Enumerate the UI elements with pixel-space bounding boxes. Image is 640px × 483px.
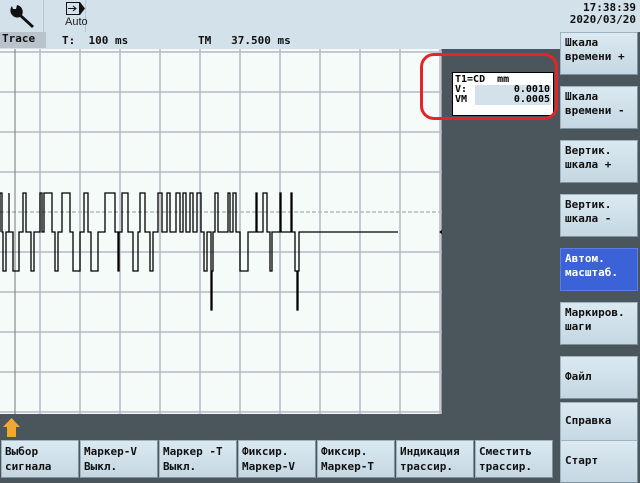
softkey-line1: Индикация (400, 445, 460, 458)
bottom-softkey-1[interactable]: Маркер-V Выкл. (80, 440, 158, 478)
softkey-line1: Вертик. (565, 198, 612, 211)
softkey-line2: трассир. (479, 460, 532, 473)
trace-svg (0, 49, 450, 414)
softkey-line1: Выбор (5, 445, 39, 458)
softkey-line2: масштаб. (565, 266, 618, 279)
softkey-0[interactable]: Шкала времени + (560, 32, 638, 75)
softkey-2[interactable]: Вертик. шкала + (560, 140, 638, 183)
home-arrow-icon[interactable] (1, 415, 22, 439)
softkey-line1: Файл (565, 370, 592, 383)
clock: 17:38:39 2020/03/20 (570, 2, 636, 26)
softkey-6[interactable]: Файл (560, 356, 638, 399)
trace-tab: Trace (0, 32, 46, 48)
arrow-right-icon (66, 2, 85, 15)
softkey-line1: Маркер -T (163, 445, 223, 458)
softkey-8[interactable]: Старт (560, 440, 638, 483)
tm-value: TM 37.500 ms (198, 34, 291, 47)
wrench-icon[interactable] (2, 0, 44, 32)
softkey-line2: времени - (565, 104, 625, 117)
status-bar: Trace T: 100 ms TM 37.500 ms (0, 32, 560, 49)
message-bar (0, 414, 560, 441)
softkey-line2: Выкл. (84, 460, 118, 473)
softkey-line2: Выкл. (163, 460, 197, 473)
softkey-line2: Маркер-T (321, 460, 374, 473)
softkey-line1: Шкала (565, 36, 599, 49)
softkey-line1: Автом. (565, 252, 605, 265)
header-bar: Auto 17:38:39 2020/03/20 (0, 0, 640, 32)
sidebar-softkeys: Шкала времени + Шкала времени - Вертик. шкала… (558, 30, 640, 483)
softkey-3[interactable]: Вертик. шкала - (560, 194, 638, 237)
softkey-line1: Вертик. (565, 144, 612, 157)
softkey-line1: Старт (565, 454, 599, 467)
softkey-line1: Маркиров. (565, 306, 625, 319)
softkey-line2: времени + (565, 50, 625, 63)
softkey-4[interactable]: Автом. масштаб. (560, 248, 638, 291)
bottom-softkey-3[interactable]: Фиксир. Маркер-V (238, 440, 316, 478)
softkey-line2: сигнала (5, 460, 52, 473)
t-value: T: 100 ms (62, 34, 129, 47)
softkey-line2: Маркер-V (242, 460, 295, 473)
softkey-line1: Шкала (565, 90, 599, 103)
bottom-softkey-2[interactable]: Маркер -T Выкл. (159, 440, 237, 478)
softkey-line1: Фиксир. (321, 445, 368, 458)
softkey-5[interactable]: Маркиров. шаги (560, 302, 638, 345)
bottom-softkeys: Выбор сигнала Маркер-V Выкл. Маркер -T Выкл. Ф… (0, 440, 560, 480)
softkey-7[interactable]: Справка (560, 402, 638, 445)
softkey-line2: шкала + (565, 158, 612, 171)
bottom-softkey-6[interactable]: Сместить трассир. (475, 440, 553, 478)
softkey-line1: Справка (565, 414, 612, 427)
bottom-softkey-0[interactable]: Выбор сигнала (1, 440, 79, 478)
softkey-line1: Маркер-V (84, 445, 137, 458)
softkey-1[interactable]: Шкала времени - (560, 86, 638, 129)
softkey-line2: шаги (565, 320, 592, 333)
date: 2020/03/20 (569, 13, 636, 26)
softkey-line2: шкала - (565, 212, 612, 225)
auto-mode-button[interactable]: Auto (56, 0, 88, 32)
softkey-line1: Фиксир. (242, 445, 289, 458)
highlight-annotation (420, 53, 558, 120)
trace-plot[interactable] (0, 49, 450, 414)
auto-label: Auto (65, 16, 88, 28)
softkey-line2: трассир. (400, 460, 453, 473)
bottom-softkey-4[interactable]: Фиксир. Маркер-T (317, 440, 395, 478)
bottom-softkey-5[interactable]: Индикация трассир. (396, 440, 474, 478)
softkey-line1: Сместить (479, 445, 532, 458)
